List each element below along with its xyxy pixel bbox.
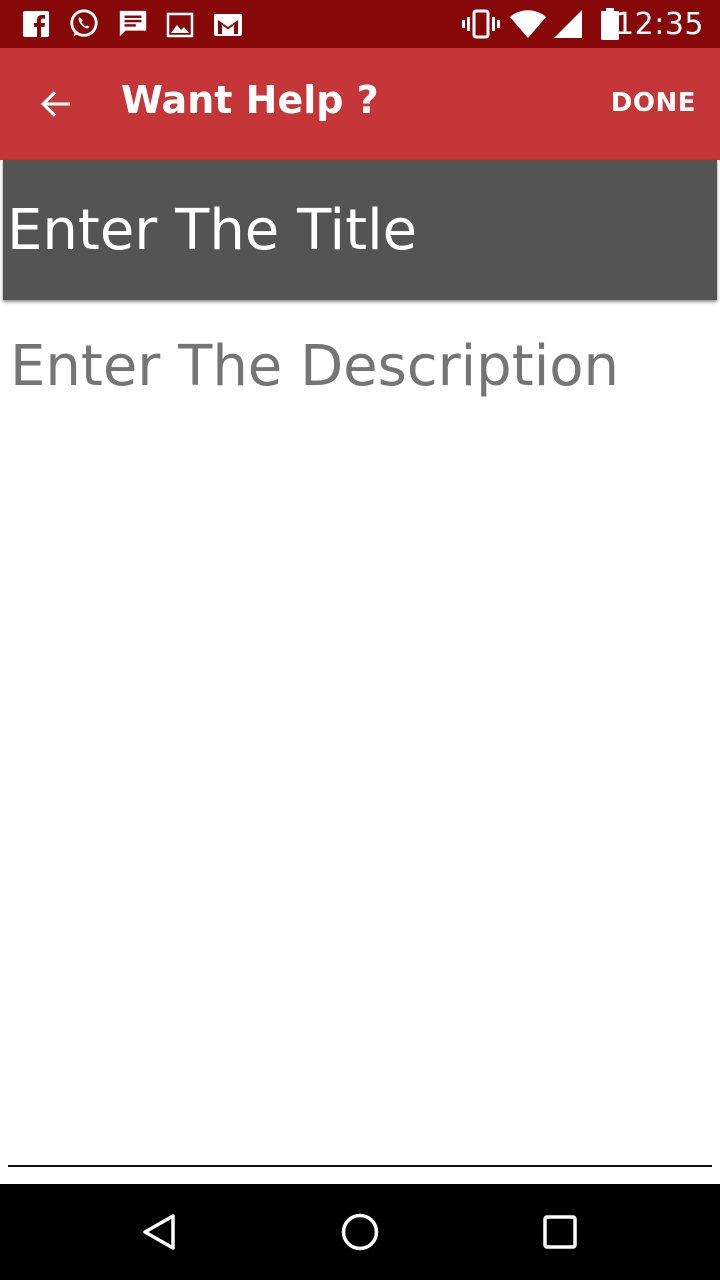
back-triangle-icon[interactable] [140,1212,180,1252]
status-bar: 12:35 [0,0,720,48]
bottom-divider [8,1165,712,1167]
image-icon [166,12,194,38]
wifi-icon [510,10,546,38]
vibrate-icon [462,9,500,39]
app-bar: Want Help ? DONE [0,48,720,160]
description-input[interactable] [0,310,720,1160]
signal-icon [554,10,582,38]
back-arrow-icon[interactable] [36,84,76,124]
message-icon [119,10,147,37]
title-input[interactable] [3,160,717,300]
whatsapp-icon [70,9,98,37]
page-title: Want Help ? [121,78,379,122]
description-field-container [0,310,720,1160]
done-button[interactable]: DONE [611,88,696,118]
recents-square-icon[interactable] [540,1212,580,1252]
title-field-container [3,160,717,300]
gmail-icon [214,14,242,36]
facebook-icon [23,11,49,38]
navigation-bar [0,1184,720,1280]
home-circle-icon[interactable] [340,1212,380,1252]
status-clock: 12:35 [615,7,704,42]
